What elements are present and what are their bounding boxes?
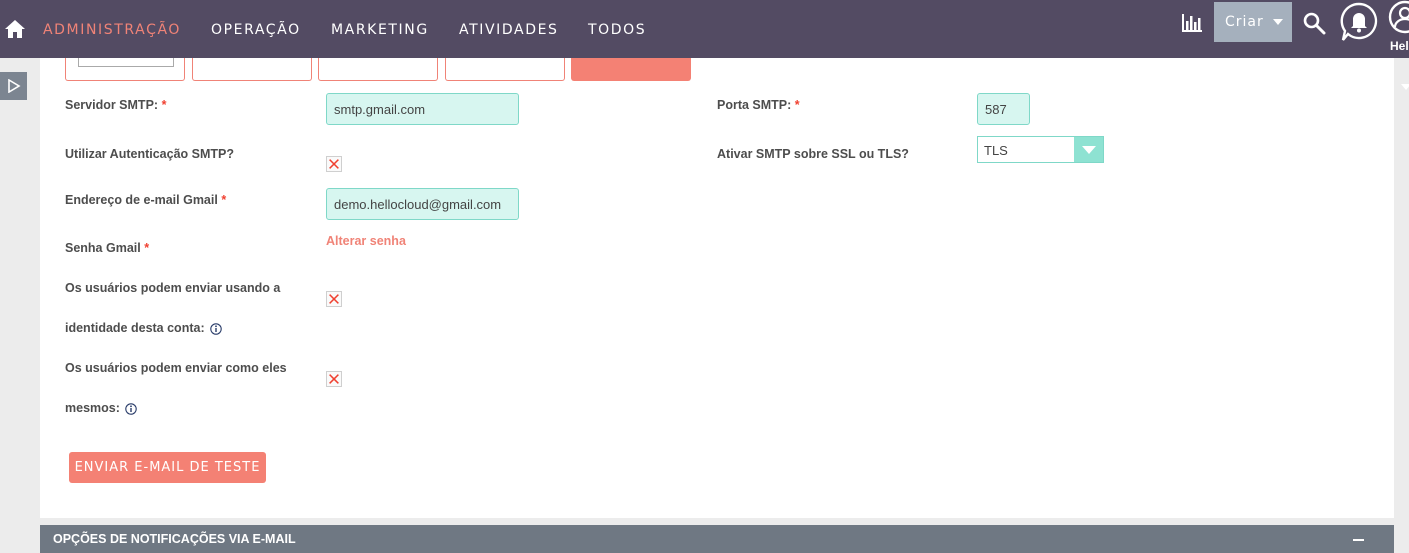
user-avatar-icon[interactable] xyxy=(1388,0,1409,34)
smtp-settings-panel: Servidor SMTP: * smtp.gmail.com Porta SM… xyxy=(40,58,1394,518)
smtp-port-label: Porta SMTP: * xyxy=(717,98,800,112)
collapse-minus-icon[interactable] xyxy=(1353,539,1364,541)
smtp-auth-label: Utilizar Autenticação SMTP? xyxy=(65,147,235,161)
provider-option-box[interactable] xyxy=(192,58,312,81)
send-as-identity-checkbox[interactable] xyxy=(326,291,342,307)
smtp-ssl-label: Ativar SMTP sobre SSL ou TLS? xyxy=(717,147,909,161)
nav-item-marketing[interactable]: MARKETING xyxy=(331,22,429,38)
send-as-self-checkbox[interactable] xyxy=(326,371,342,387)
nav-item-operacao[interactable]: OPERAÇÃO xyxy=(211,22,301,38)
gmail-address-input[interactable]: demo.hellocloud@gmail.com xyxy=(326,188,519,220)
send-test-email-button[interactable]: ENVIAR E-MAIL DE TESTE xyxy=(69,452,266,483)
gmail-address-label: Endereço de e-mail Gmail * xyxy=(65,193,227,207)
send-as-self-label-line1: Os usuários podem enviar como eles xyxy=(65,361,287,375)
change-password-link[interactable]: Alterar senha xyxy=(326,234,406,248)
smtp-ssl-selected-value: TLS xyxy=(984,143,1008,158)
section-title: OPÇÕES DE NOTIFICAÇÕES VIA E-MAIL xyxy=(53,532,296,546)
top-nav: ADMINISTRAÇÃO OPERAÇÃO MARKETING ATIVIDA… xyxy=(0,0,1409,58)
caret-down-icon xyxy=(1272,19,1283,25)
send-as-self-label-line2: mesmos: xyxy=(65,401,137,415)
provider-option-box-selected[interactable] xyxy=(571,58,691,81)
scroll-down-icon[interactable] xyxy=(1401,84,1409,90)
sidebar-toggle-button[interactable] xyxy=(0,72,27,100)
nav-item-todos[interactable]: TODOS xyxy=(588,22,646,38)
send-as-identity-label-line2: identidade desta conta: xyxy=(65,321,222,335)
email-notifications-section-header[interactable]: OPÇÕES DE NOTIFICAÇÕES VIA E-MAIL xyxy=(40,525,1394,553)
home-icon[interactable] xyxy=(4,18,26,40)
send-as-identity-label-line1: Os usuários podem enviar usando a xyxy=(65,281,281,295)
smtp-server-label: Servidor SMTP: * xyxy=(65,98,167,112)
create-button-label: Criar xyxy=(1225,14,1264,30)
smtp-server-input[interactable]: smtp.gmail.com xyxy=(326,93,519,125)
provider-option-inner xyxy=(78,58,174,67)
smtp-port-input[interactable]: 587 xyxy=(977,93,1030,125)
nav-item-administracao[interactable]: ADMINISTRAÇÃO xyxy=(43,22,181,38)
info-icon[interactable] xyxy=(209,322,222,335)
provider-option-box[interactable] xyxy=(318,58,438,81)
gmail-password-label: Senha Gmail * xyxy=(65,241,150,255)
smtp-ssl-select[interactable]: TLS xyxy=(977,136,1104,163)
nav-item-atividades[interactable]: ATIVIDADES xyxy=(459,22,559,38)
search-icon[interactable] xyxy=(1302,11,1326,35)
user-name-label[interactable]: Hel xyxy=(1390,39,1409,53)
create-button[interactable]: Criar xyxy=(1214,2,1292,42)
provider-option-box[interactable] xyxy=(445,58,565,81)
play-arrow-icon xyxy=(7,79,21,93)
bar-chart-icon[interactable] xyxy=(1181,12,1203,34)
dropdown-arrow-icon[interactable] xyxy=(1074,137,1103,162)
smtp-auth-checkbox[interactable] xyxy=(326,156,342,172)
notification-bell-icon[interactable] xyxy=(1340,2,1378,42)
info-icon[interactable] xyxy=(125,402,137,415)
provider-option-box[interactable] xyxy=(65,58,185,81)
